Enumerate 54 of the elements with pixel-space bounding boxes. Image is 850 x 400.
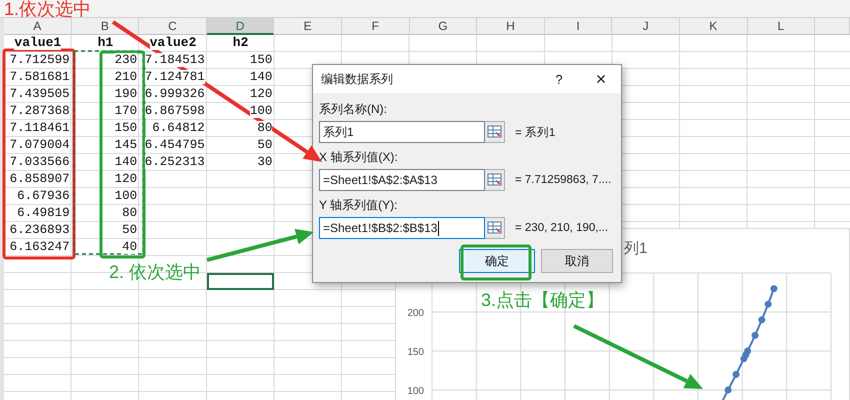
help-button[interactable]: ? (547, 72, 571, 86)
field-label: 系列名称(N): (319, 101, 387, 118)
close-button[interactable]: × (589, 68, 613, 90)
column-header[interactable]: G (410, 18, 478, 35)
table-cell: 7.124781 (144, 70, 205, 84)
table-cell: 100 (250, 104, 272, 118)
selected-cell[interactable] (206, 273, 274, 290)
field-label: X 轴系列值(X): (319, 149, 398, 166)
axis-tick-label: 150 (407, 347, 424, 358)
value-preview: = 7.71259863, 7.... (515, 174, 612, 186)
ok-button[interactable]: 确定 (459, 249, 535, 273)
column-header[interactable]: E (274, 18, 342, 35)
column-header[interactable]: K (680, 18, 748, 35)
highlight-frame (460, 244, 532, 280)
chart-title: 列1 (624, 240, 648, 257)
data-point (724, 386, 732, 394)
data-point (764, 300, 772, 308)
annotation-text: 3.点击【确定】 (481, 290, 604, 311)
axis-tick-label: 100 (407, 386, 424, 397)
data-point (758, 316, 766, 324)
table-cell: 6.454795 (144, 138, 205, 152)
range-select-button[interactable] (485, 121, 505, 143)
data-point (770, 285, 778, 292)
table-cell: 6.252313 (144, 155, 205, 169)
data-point (752, 332, 759, 339)
dialog-title: 编辑数据系列 (321, 70, 394, 88)
input-field[interactable]: 系列1 (319, 121, 485, 143)
table-cell: 6.999326 (144, 87, 205, 101)
column-header[interactable]: B (72, 18, 140, 35)
input-field[interactable]: =Sheet1!$A$2:$A$13 (319, 169, 485, 191)
axis-tick-label: 200 (407, 308, 424, 319)
column-header[interactable]: H (477, 18, 545, 35)
annotation-text: 2. 依次选中 (109, 262, 202, 283)
column-header[interactable]: J (612, 18, 680, 35)
data-point (732, 370, 740, 378)
field-label: Y 轴系列值(Y): (319, 197, 398, 214)
column-header[interactable]: L (748, 18, 816, 35)
header-cell: value2 (150, 36, 196, 50)
column-header[interactable]: F (342, 18, 410, 35)
table-cell: 6.867598 (144, 104, 205, 118)
annotation-text: 1.依次选中 (4, 0, 92, 18)
range-select-button[interactable] (485, 169, 505, 191)
column-header[interactable]: D (206, 18, 274, 35)
header-cell: value1 (14, 36, 62, 50)
column-header[interactable]: I (544, 18, 612, 35)
table-cell: 7.184513 (144, 53, 205, 67)
column-header[interactable]: A (4, 18, 72, 35)
input-field[interactable]: =Sheet1!$B$2:$B$13 (319, 217, 485, 239)
cancel-button[interactable]: 取消 (541, 249, 613, 273)
value-preview: = 230, 210, 190,... (515, 222, 608, 234)
value-preview: = 系列1 (515, 125, 556, 140)
table-cell: 40 (122, 240, 138, 254)
column-header[interactable]: C (139, 18, 207, 35)
range-select-button[interactable] (485, 217, 505, 239)
